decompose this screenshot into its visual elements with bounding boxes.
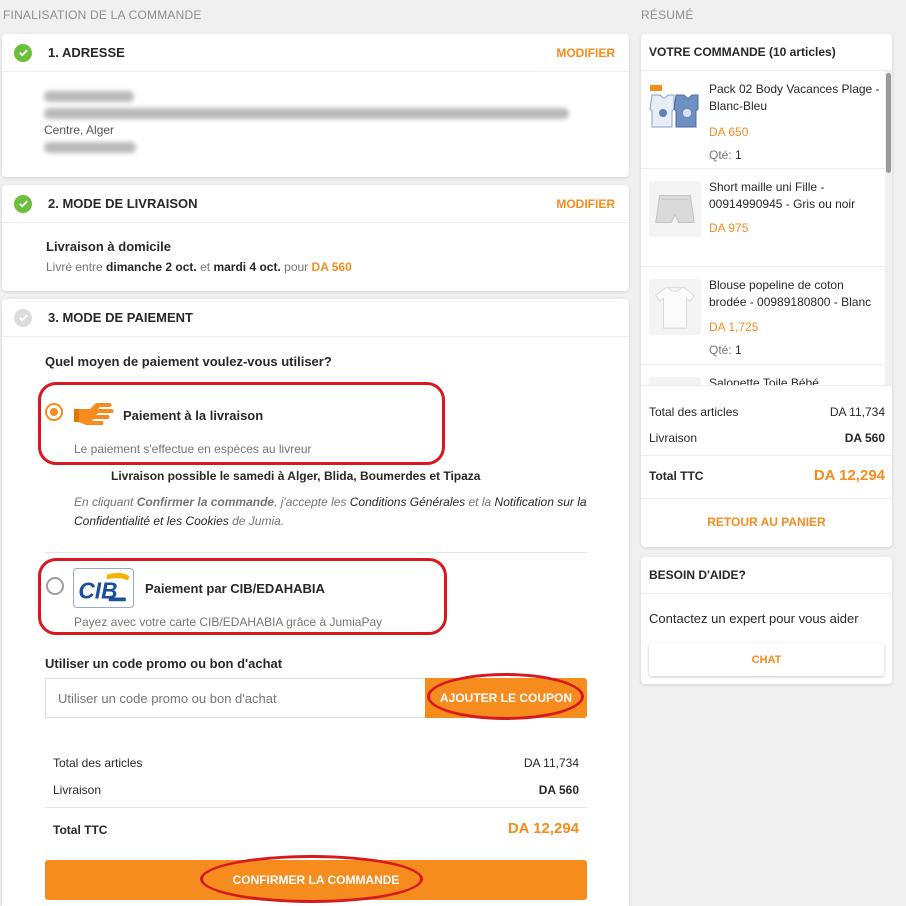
summary-total-label: Total TTC <box>649 469 704 483</box>
address-block: Centre, Alger <box>44 88 604 156</box>
summary-delivery-value: DA 560 <box>844 431 885 445</box>
summary-delivery-label: Livraison <box>649 431 698 445</box>
delivery-date-from: dimanche 2 oct. <box>106 260 197 274</box>
list-item[interactable]: Blouse popeline de coton brodée - 009891… <box>641 267 885 365</box>
totals-divider <box>45 807 587 808</box>
address-header: 1. ADRESSE MODIFIER <box>2 34 629 72</box>
summary-articles-value: DA 11,734 <box>829 405 885 419</box>
delivery-date-to: mardi 4 oct. <box>213 260 281 274</box>
promo-input[interactable] <box>45 678 425 718</box>
page-title: FINALISATION DE LA COMMANDE <box>3 8 202 22</box>
delivery-dates: Livré entre dimanche 2 oct. et mardi 4 o… <box>46 260 352 274</box>
payment-header: 3. MODE DE PAIEMENT <box>2 299 629 337</box>
check-icon <box>14 43 32 62</box>
chat-button[interactable]: CHAT <box>649 643 884 676</box>
help-card: BESOIN D'AIDE? Contactez un expert pour … <box>641 557 892 684</box>
product-image <box>649 377 701 385</box>
terms-text: En cliquant Confirmer la commande, j'acc… <box>74 493 594 531</box>
items-scrollbar[interactable] <box>885 71 892 385</box>
summary-articles-label: Total des articles <box>649 405 739 419</box>
list-item[interactable]: Salopette Toile Bébé <box>641 365 885 385</box>
item-qty-label: Qté: <box>709 148 732 162</box>
item-name: Blouse popeline de coton brodée - 009891… <box>709 278 872 309</box>
terms-part-3: et la <box>465 495 495 509</box>
address-street-redacted <box>44 105 604 122</box>
items-scrollbar-thumb[interactable] <box>886 73 891 173</box>
annotation-cod <box>38 382 445 465</box>
delivery-total-label: Livraison <box>53 783 102 797</box>
back-to-cart-link[interactable]: RETOUR AU PANIER <box>641 515 892 529</box>
delivery-modify-link[interactable]: MODIFIER <box>556 197 615 211</box>
terms-cg-link[interactable]: Conditions Générales <box>350 495 465 509</box>
item-qty: Qté: 1 <box>709 148 742 162</box>
item-qty-value: 1 <box>735 343 742 357</box>
item-name: Salopette Toile Bébé <box>709 376 819 385</box>
help-text: Contactez un expert pour vous aider <box>649 611 859 626</box>
delivery-method: Livraison à domicile <box>46 239 171 254</box>
grand-total-value: DA 12,294 <box>507 820 579 837</box>
annotation-cib <box>38 558 447 635</box>
grand-total-label: Total TTC <box>53 823 108 837</box>
terms-part-1: En cliquant <box>74 495 137 509</box>
address-card: 1. ADRESSE MODIFIER Centre, Alger <box>2 34 629 177</box>
item-price: DA 650 <box>709 125 749 139</box>
product-image <box>649 181 701 237</box>
check-icon <box>14 194 32 213</box>
items-list: Pack 02 Body Vacances Plage - Blanc-Bleu… <box>641 71 892 385</box>
delivery-card: 2. MODE DE LIVRAISON MODIFIER Livraison … <box>2 185 629 291</box>
check-icon <box>14 308 32 327</box>
summary-title: RÉSUMÉ <box>641 8 694 22</box>
terms-part-4: de Jumia. <box>228 514 285 528</box>
total-articles-value: DA 11,734 <box>523 756 579 770</box>
total-articles-label: Total des articles <box>53 756 143 770</box>
terms-confirm: Confirmer la commande <box>136 495 275 509</box>
address-name-redacted <box>44 88 604 105</box>
summary-total-value: DA 12,294 <box>813 467 885 484</box>
delivery-step-title: 2. MODE DE LIVRAISON <box>48 196 198 211</box>
item-name: Short maille uni Fille - 00914990945 - G… <box>709 180 856 211</box>
item-qty: Qté: 1 <box>709 343 742 357</box>
order-summary-header: VOTRE COMMANDE (10 articles) <box>649 45 836 59</box>
terms-part-2: , j'accepte les <box>274 495 350 509</box>
item-price: DA 975 <box>709 221 749 235</box>
annotation-coupon <box>427 673 584 720</box>
annotation-confirm <box>200 855 423 903</box>
list-item[interactable]: Short maille uni Fille - 00914990945 - G… <box>641 169 885 267</box>
summary-totals-divider <box>641 455 892 456</box>
payment-question: Quel moyen de paiement voulez-vous utili… <box>45 354 332 369</box>
address-city: Centre, Alger <box>44 123 115 137</box>
payment-step-title: 3. MODE DE PAIEMENT <box>48 310 193 325</box>
help-divider <box>641 593 892 594</box>
product-image <box>649 83 701 139</box>
delivery-text-pour: pour <box>284 260 309 274</box>
item-name: Pack 02 Body Vacances Plage - Blanc-Bleu <box>709 82 880 113</box>
totals-box: Total des articles DA 11,734 Livraison D… <box>45 745 587 847</box>
address-step-title: 1. ADRESSE <box>48 45 125 60</box>
delivery-text-prefix: Livré entre <box>46 260 103 274</box>
list-item[interactable]: Pack 02 Body Vacances Plage - Blanc-Bleu… <box>641 71 885 169</box>
delivery-total-value: DA 560 <box>538 783 579 797</box>
saturday-note: Livraison possible le samedi à Alger, Bl… <box>111 469 481 483</box>
delivery-price: DA 560 <box>311 260 352 274</box>
address-phone-redacted <box>44 139 604 156</box>
item-price: DA 1,725 <box>709 320 759 334</box>
product-image <box>649 279 701 335</box>
delivery-text-mid: et <box>200 260 211 274</box>
address-modify-link[interactable]: MODIFIER <box>556 46 615 60</box>
item-qty-value: 1 <box>735 148 742 162</box>
promo-label: Utiliser un code promo ou bon d'achat <box>45 656 283 671</box>
payment-divider <box>45 552 587 553</box>
summary-bottom-divider <box>641 498 892 499</box>
summary-items-divider <box>641 385 892 386</box>
item-qty-label: Qté: <box>709 343 732 357</box>
delivery-header: 2. MODE DE LIVRAISON MODIFIER <box>2 185 629 223</box>
order-summary-card: VOTRE COMMANDE (10 articles) Pack 02 Bod… <box>641 34 892 547</box>
help-title: BESOIN D'AIDE? <box>649 568 746 582</box>
